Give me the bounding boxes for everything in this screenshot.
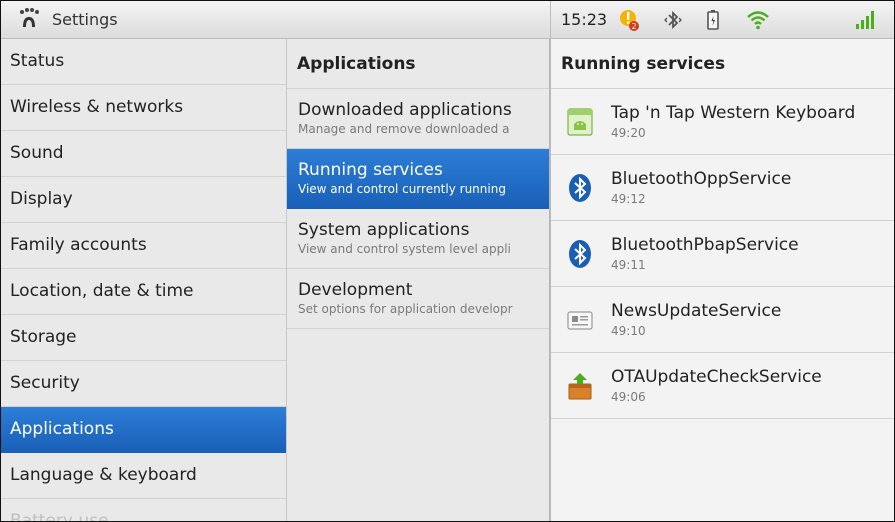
- development-item[interactable]: Development Set options for application …: [287, 269, 549, 329]
- category-sound[interactable]: Sound: [1, 131, 286, 177]
- service-name: BluetoothPbapService: [611, 235, 799, 255]
- service-name: Tap 'n Tap Western Keyboard: [611, 103, 856, 123]
- item-subtitle: View and control currently running: [298, 182, 506, 196]
- service-time: 49:10: [611, 324, 646, 338]
- applications-panel: Applications Downloaded applications Man…: [287, 39, 551, 521]
- category-language-keyboard[interactable]: Language & keyboard: [1, 453, 286, 499]
- svg-text:2: 2: [631, 22, 636, 31]
- service-time: 49:06: [611, 390, 646, 404]
- service-name: OTAUpdateCheckService: [611, 367, 822, 387]
- update-package-icon: [568, 373, 592, 400]
- signal-icon: [856, 11, 874, 29]
- category-applications[interactable]: Applications: [1, 407, 286, 453]
- service-row[interactable]: BluetoothOppService 49:12: [551, 155, 894, 221]
- wifi-icon: [747, 11, 769, 30]
- item-subtitle: Manage and remove downloaded a: [298, 122, 510, 136]
- category-storage[interactable]: Storage: [1, 315, 286, 361]
- category-family-accounts[interactable]: Family accounts: [1, 223, 286, 269]
- news-icon: [567, 311, 593, 330]
- running-services-header: Running services: [551, 39, 894, 89]
- service-time: 49:11: [611, 258, 646, 272]
- settings-window: Settings 15:23 2 Status Wireless & netwo…: [0, 0, 895, 522]
- bluetooth-service-icon: [569, 240, 591, 268]
- category-status[interactable]: Status: [1, 39, 286, 85]
- settings-categories-list: Status Wireless & networks Sound Display…: [1, 39, 287, 521]
- category-battery-use[interactable]: Battery use: [1, 499, 286, 521]
- category-location-date-time[interactable]: Location, date & time: [1, 269, 286, 315]
- running-services-item[interactable]: Running services View and control curren…: [287, 149, 549, 209]
- service-row[interactable]: Tap 'n Tap Western Keyboard 49:20: [551, 89, 894, 155]
- item-subtitle: View and control system level appli: [298, 242, 511, 256]
- item-title: Development: [298, 280, 413, 300]
- item-subtitle: Set options for application developr: [298, 302, 513, 316]
- system-applications-item[interactable]: System applications View and control sys…: [287, 209, 549, 269]
- category-security[interactable]: Security: [1, 361, 286, 407]
- statusbar-divider: [550, 1, 551, 38]
- settings-app-icon: [20, 8, 39, 27]
- category-display[interactable]: Display: [1, 177, 286, 223]
- service-row[interactable]: OTAUpdateCheckService 49:06: [551, 353, 894, 419]
- item-title: System applications: [298, 220, 470, 240]
- bluetooth-icon: [664, 10, 682, 30]
- applications-header: Applications: [287, 39, 549, 89]
- status-bar: Settings 15:23 2: [1, 1, 894, 39]
- item-title: Running services: [298, 160, 443, 180]
- battery-icon: [707, 10, 719, 30]
- android-app-icon: [567, 108, 593, 136]
- category-wireless-networks[interactable]: Wireless & networks: [1, 85, 286, 131]
- running-services-panel: Running services Tap 'n Tap Western Keyb…: [551, 39, 894, 521]
- app-title: Settings: [52, 10, 118, 29]
- alert-notification-icon[interactable]: 2: [617, 8, 641, 32]
- service-row[interactable]: NewsUpdateService 49:10: [551, 287, 894, 353]
- clock: 15:23: [561, 10, 608, 29]
- item-title: Downloaded applications: [298, 100, 512, 120]
- service-name: BluetoothOppService: [611, 169, 792, 189]
- service-name: NewsUpdateService: [611, 301, 782, 321]
- service-time: 49:20: [611, 126, 646, 140]
- service-row[interactable]: BluetoothPbapService 49:11: [551, 221, 894, 287]
- downloaded-applications-item[interactable]: Downloaded applications Manage and remov…: [287, 89, 549, 149]
- bluetooth-service-icon: [569, 174, 591, 202]
- service-time: 49:12: [611, 192, 646, 206]
